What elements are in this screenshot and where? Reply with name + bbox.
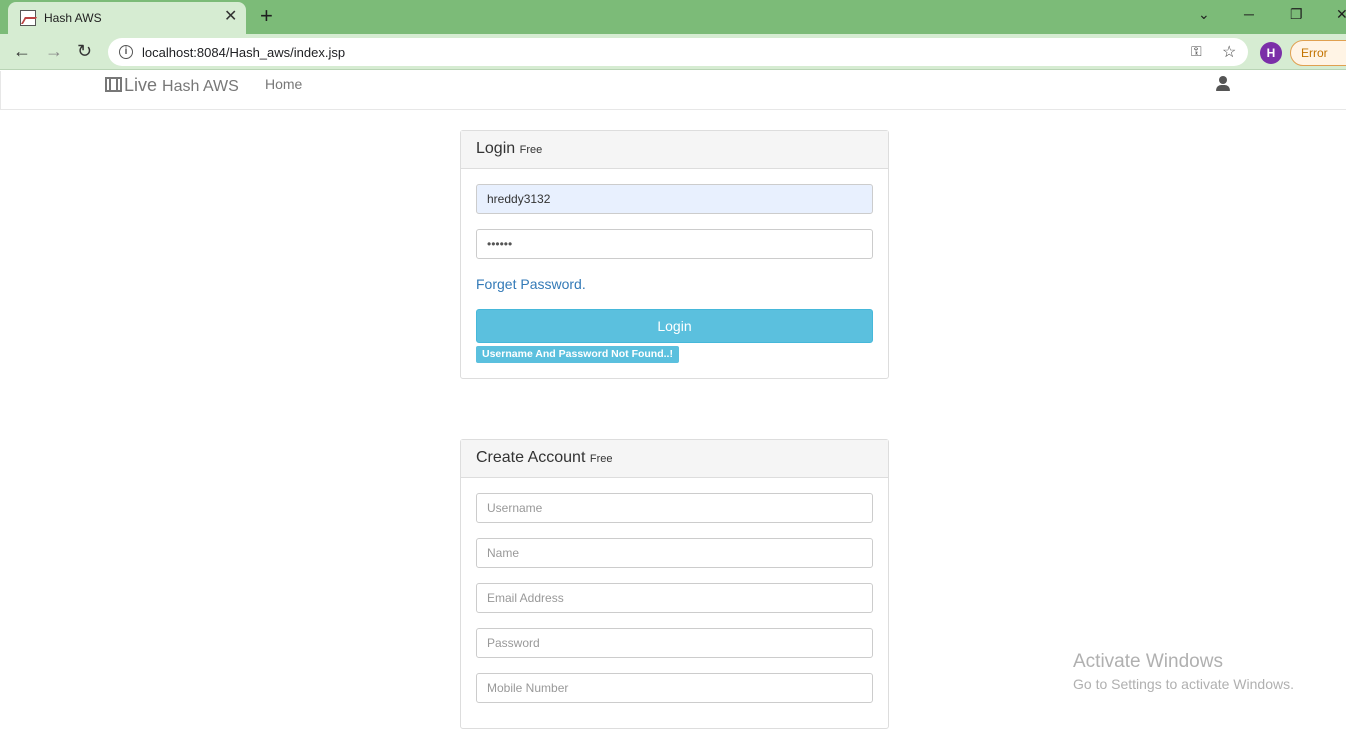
forward-icon[interactable]: → <box>45 41 63 61</box>
tab-title: Hash AWS <box>44 11 102 25</box>
register-email-input[interactable]: Email Address <box>476 583 873 613</box>
close-tab-icon[interactable]: ✕ <box>224 8 237 26</box>
brand-subtitle: Hash AWS <box>162 78 239 95</box>
login-title-badge: Free <box>519 144 543 156</box>
tab-search-icon[interactable]: ⌄ <box>1198 6 1210 23</box>
site-navbar: Live Hash AWS Home <box>0 71 1346 110</box>
back-icon[interactable]: ← <box>13 41 31 61</box>
register-mobile-input[interactable]: Mobile Number <box>476 673 873 703</box>
brand-link[interactable]: Live Hash AWS <box>105 75 239 96</box>
profile-avatar[interactable]: H <box>1260 42 1282 64</box>
browser-tab-strip: Hash AWS ✕ + ⌄ ─ ❐ ✕ <box>0 0 1346 34</box>
reload-icon[interactable]: ↻ <box>77 41 92 61</box>
register-title: Create Account Free <box>476 449 613 466</box>
login-error-badge: Username And Password Not Found..! <box>476 346 679 363</box>
nav-home-link[interactable]: Home <box>265 76 302 92</box>
login-title: Login Free <box>476 140 543 157</box>
url-text[interactable]: localhost:8084/Hash_aws/index.jsp <box>142 45 345 60</box>
restore-icon[interactable]: ❐ <box>1290 6 1303 23</box>
login-password-input[interactable]: •••••• <box>476 229 873 259</box>
browser-toolbar: ← → ↻ i localhost:8084/Hash_aws/index.js… <box>0 34 1346 70</box>
browser-tab[interactable]: Hash AWS ✕ <box>8 2 246 34</box>
register-title-badge: Free <box>589 453 613 465</box>
activation-watermark-subtitle: Go to Settings to activate Windows. <box>1073 676 1294 692</box>
minimize-icon[interactable]: ─ <box>1244 6 1254 22</box>
login-panel: Login Free hreddy3132 •••••• Forget Pass… <box>460 130 889 379</box>
login-panel-heading: Login Free <box>461 131 888 169</box>
activation-watermark-title: Activate Windows <box>1073 651 1223 672</box>
login-username-input[interactable]: hreddy3132 <box>476 184 873 214</box>
key-icon[interactable]: ⚿ <box>1191 43 1202 60</box>
register-panel-heading: Create Account Free <box>461 440 888 478</box>
register-panel: Create Account Free Username Name Email … <box>460 439 889 729</box>
bookmark-star-icon[interactable]: ☆ <box>1222 42 1236 62</box>
new-tab-icon[interactable]: + <box>260 5 273 27</box>
register-username-input[interactable]: Username <box>476 493 873 523</box>
forget-password-link[interactable]: Forget Password. <box>476 276 586 292</box>
login-button[interactable]: Login <box>476 309 873 343</box>
site-info-icon[interactable]: i <box>119 45 133 59</box>
close-window-icon[interactable]: ✕ <box>1336 6 1346 23</box>
user-icon[interactable] <box>1215 76 1231 92</box>
address-bar[interactable]: i localhost:8084/Hash_aws/index.jsp ⚿ ☆ <box>108 38 1248 66</box>
register-password-input[interactable]: Password <box>476 628 873 658</box>
film-icon <box>105 77 122 92</box>
error-button[interactable]: Error <box>1290 40 1346 66</box>
brand-title: Live <box>124 75 158 95</box>
register-name-input[interactable]: Name <box>476 538 873 568</box>
favicon-icon <box>20 10 36 26</box>
